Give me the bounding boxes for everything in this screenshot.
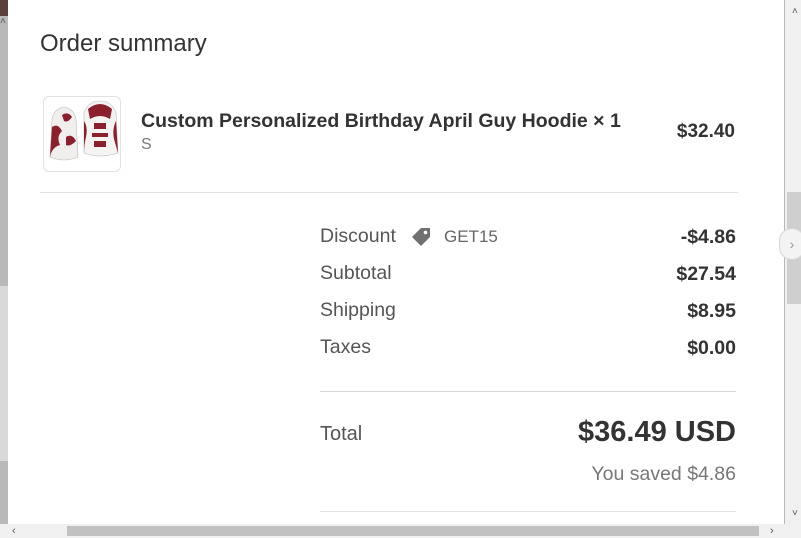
taxes-row: Taxes $0.00	[320, 336, 736, 362]
background-panel-left	[0, 286, 8, 461]
divider	[320, 391, 736, 392]
discount-row: Discount GET15 -$4.86	[320, 225, 736, 251]
subtotal-value: $27.54	[676, 263, 736, 285]
total-value: $36.49 USD	[578, 416, 736, 448]
chevron-right-icon: ›	[789, 236, 795, 252]
page-title: Order summary	[40, 30, 207, 57]
discount-value: -$4.86	[680, 226, 736, 248]
horizontal-scrollbar[interactable]: ‹ ›	[0, 524, 801, 538]
shipping-label: Shipping	[320, 299, 396, 321]
tag-icon	[412, 228, 430, 246]
hoodie-thumbnail-icon	[49, 100, 119, 161]
divider	[320, 511, 736, 512]
product-price: $32.40	[676, 121, 735, 142]
order-summary-panel: Order summary Custom Personalized Birthd…	[8, 0, 784, 524]
discount-code-badge: GET15	[410, 226, 498, 248]
carousel-next-button[interactable]: ›	[779, 228, 801, 260]
shipping-value: $8.95	[687, 300, 736, 322]
product-name: Custom Personalized Birthday April Guy H…	[141, 110, 621, 132]
scroll-up-arrow-icon[interactable]: ˄	[792, 6, 798, 17]
taxes-label: Taxes	[320, 336, 371, 358]
savings-text: You saved $4.86	[591, 463, 736, 485]
discount-label: Discount	[320, 225, 396, 247]
scroll-up-arrow-icon[interactable]: ˄	[0, 16, 6, 27]
taxes-value: $0.00	[687, 337, 736, 359]
divider	[40, 192, 738, 193]
shipping-row: Shipping $8.95	[320, 299, 736, 325]
product-thumbnail	[43, 96, 121, 172]
discount-code: GET15	[444, 227, 498, 246]
scroll-right-arrow-icon[interactable]: ›	[770, 524, 774, 538]
subtotal-label: Subtotal	[320, 262, 392, 284]
scroll-down-arrow-icon[interactable]: ˅	[792, 508, 798, 519]
subtotal-row: Subtotal $27.54	[320, 262, 736, 288]
scrollbar-thumb[interactable]	[67, 526, 759, 536]
total-label: Total	[320, 423, 363, 445]
scroll-left-arrow-icon[interactable]: ‹	[12, 524, 16, 538]
product-variant: S	[141, 136, 152, 153]
